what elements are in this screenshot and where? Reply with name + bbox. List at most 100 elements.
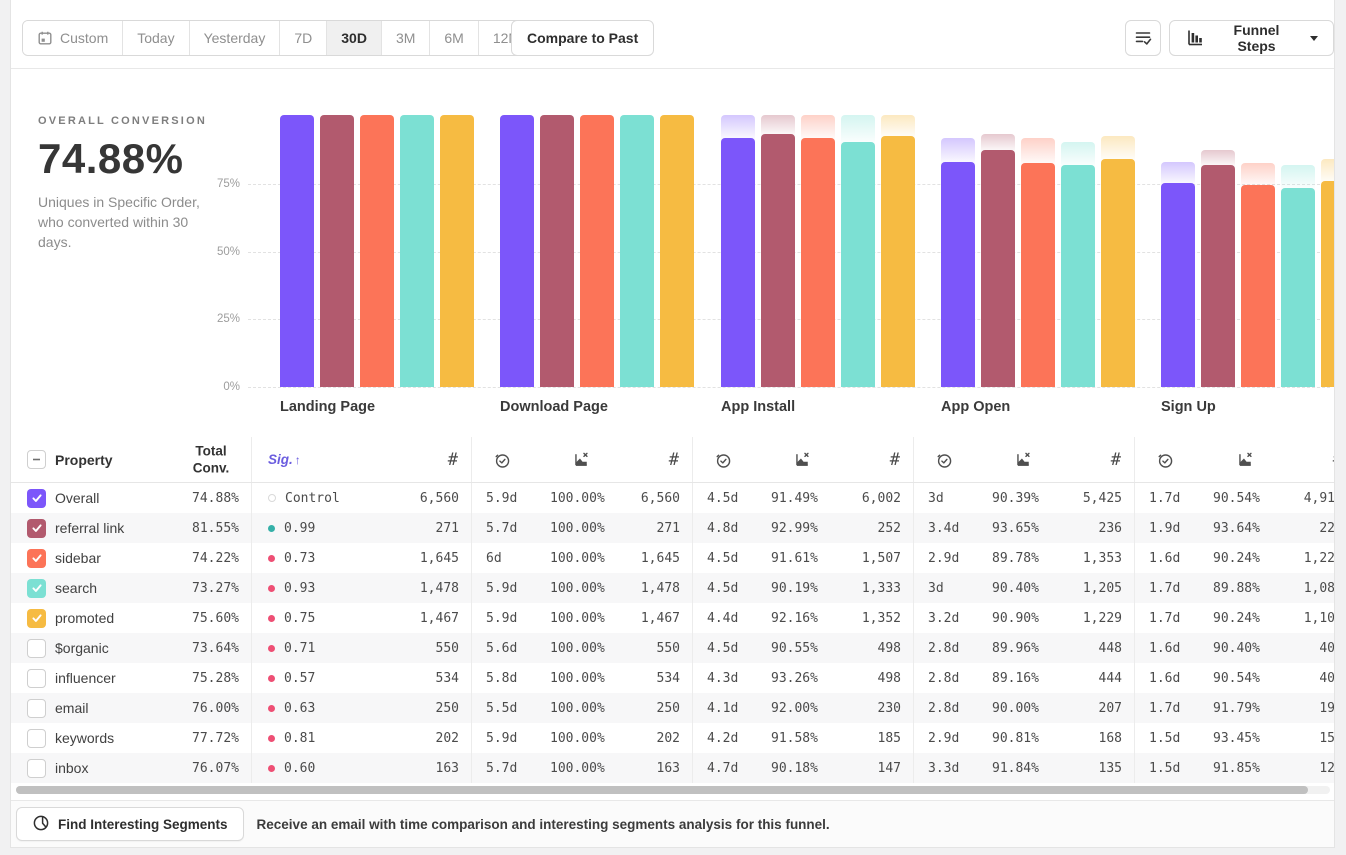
row-checkbox[interactable] xyxy=(27,759,46,778)
significance-value: 0.57 xyxy=(284,671,315,686)
row-checkbox[interactable] xyxy=(27,699,46,718)
conversion-dropoff-icon[interactable] xyxy=(1235,450,1254,469)
conversion-dropoff-icon[interactable] xyxy=(572,450,591,469)
funnel-bar-overall-step3[interactable] xyxy=(721,138,755,387)
y-axis-tick-label: 0% xyxy=(204,381,240,393)
funnel-bar-search-step5[interactable] xyxy=(1281,188,1315,387)
property-name: keywords xyxy=(55,730,114,746)
funnel-bar-search-step1[interactable] xyxy=(400,115,434,387)
funnel-bar-sidebar-step2[interactable] xyxy=(580,115,614,387)
row-checkbox[interactable] xyxy=(27,549,46,568)
count-column-icon[interactable]: # xyxy=(448,450,458,470)
view-options-button[interactable] xyxy=(1125,20,1161,56)
funnel-step-label: Download Page xyxy=(500,399,608,415)
row-checkbox[interactable] xyxy=(27,609,46,628)
date-range-today[interactable]: Today xyxy=(123,21,189,55)
find-interesting-segments-button[interactable]: Find Interesting Segments xyxy=(16,807,244,841)
funnel-bar-overall-step2[interactable] xyxy=(500,115,534,387)
step-count: 230 xyxy=(878,701,901,716)
funnel-bar-referral-link-step5[interactable] xyxy=(1201,165,1235,387)
count-column-icon[interactable]: # xyxy=(1111,450,1121,470)
step-count: 22 xyxy=(1319,521,1335,536)
funnel-bar-promoted-step5[interactable] xyxy=(1321,181,1335,387)
funnel-bar-sidebar-step3[interactable] xyxy=(801,138,835,387)
date-range-6m[interactable]: 6M xyxy=(430,21,478,55)
funnel-bar-overall-step1[interactable] xyxy=(280,115,314,387)
row-checkbox[interactable] xyxy=(27,489,46,508)
count-column-icon[interactable]: # xyxy=(890,450,900,470)
step-2-cell: 5.9d100.00%1,467 xyxy=(472,603,693,633)
step-5-cell: 1.7d89.88%1,08 xyxy=(1135,573,1335,603)
funnel-bar-referral-link-step4[interactable] xyxy=(981,150,1015,387)
funnel-bar-sidebar-step5[interactable] xyxy=(1241,185,1275,387)
step-count: 1,229 xyxy=(1083,611,1122,626)
count-column-icon[interactable]: # xyxy=(669,450,679,470)
conversion-rate-value: 90.00% xyxy=(992,701,1074,716)
conversion-dropoff-icon[interactable] xyxy=(1014,450,1033,469)
funnel-bar-promoted-step3[interactable] xyxy=(881,136,915,387)
row-checkbox[interactable] xyxy=(27,579,46,598)
step-4-cell: 3.4d93.65%236 xyxy=(914,513,1135,543)
conversion-rate-value: 90.54% xyxy=(1213,671,1295,686)
table-row-$organic: $organic73.64%0.715505.6d100.00%5504.5d9… xyxy=(11,633,1335,663)
row-checkbox[interactable] xyxy=(27,639,46,658)
step-5-cell: 1.5d91.85%12 xyxy=(1135,753,1335,783)
date-range-label: Custom xyxy=(60,30,108,46)
step-count: 135 xyxy=(1099,761,1122,776)
step-count: 1,333 xyxy=(862,581,901,596)
step-2-cell: 5.7d100.00%163 xyxy=(472,753,693,783)
conversion-dropoff-icon[interactable] xyxy=(793,450,812,469)
time-to-convert-icon[interactable] xyxy=(1156,451,1174,469)
step-2-cell: 5.7d100.00%271 xyxy=(472,513,693,543)
funnel-step-label: App Open xyxy=(941,399,1010,415)
compare-to-past-button[interactable]: Compare to Past xyxy=(511,20,654,56)
conversion-rate-value: 91.49% xyxy=(771,491,853,506)
funnel-bar-promoted-step1[interactable] xyxy=(440,115,474,387)
date-range-custom[interactable]: Custom xyxy=(23,21,123,55)
funnel-bar-promoted-step4[interactable] xyxy=(1101,159,1135,387)
time-to-convert-icon[interactable] xyxy=(935,451,953,469)
funnel-bar-overall-step5[interactable] xyxy=(1161,183,1195,387)
funnel-bar-ghost xyxy=(1281,165,1315,189)
funnel-bar-referral-link-step3[interactable] xyxy=(761,134,795,387)
row-checkbox[interactable] xyxy=(27,519,46,538)
significance-sort-header[interactable]: Sig.↑ xyxy=(268,452,301,467)
row-checkbox[interactable] xyxy=(27,669,46,688)
funnel-bar-sidebar-step1[interactable] xyxy=(360,115,394,387)
conversion-rate-value: 90.81% xyxy=(992,731,1074,746)
overall-conversion-summary: OVERALL CONVERSION 74.88% Uniques in Spe… xyxy=(38,115,228,253)
step-3-cell: 4.8d92.99%252 xyxy=(693,513,914,543)
time-to-convert-icon[interactable] xyxy=(493,451,511,469)
row-checkbox[interactable] xyxy=(27,729,46,748)
total-conversion-value: 81.55% xyxy=(192,521,239,536)
funnel-bar-search-step2[interactable] xyxy=(620,115,654,387)
significance-value: 0.81 xyxy=(284,731,315,746)
funnel-bar-search-step3[interactable] xyxy=(841,142,875,387)
funnel-bar-promoted-step2[interactable] xyxy=(660,115,694,387)
step-count: 1,467 xyxy=(420,611,459,626)
conversion-rate-value: 100.00% xyxy=(550,671,632,686)
date-range-3m[interactable]: 3M xyxy=(382,21,430,55)
horizontal-scrollbar-track[interactable] xyxy=(16,786,1330,794)
conversion-rate-value: 90.54% xyxy=(1213,491,1295,506)
total-conversion-value: 75.28% xyxy=(192,671,239,686)
count-column-icon[interactable]: # xyxy=(1333,450,1335,470)
select-all-checkbox[interactable] xyxy=(27,450,46,469)
funnel-bar-referral-link-step2[interactable] xyxy=(540,115,574,387)
funnel-bar-search-step4[interactable] xyxy=(1061,165,1095,387)
time-to-convert-value: 4.5d xyxy=(707,491,771,506)
time-to-convert-icon[interactable] xyxy=(714,451,732,469)
conversion-rate-value: 90.24% xyxy=(1213,551,1295,566)
funnel-bar-sidebar-step4[interactable] xyxy=(1021,163,1055,387)
funnel-bar-referral-link-step1[interactable] xyxy=(320,115,354,387)
date-range-7d[interactable]: 7D xyxy=(280,21,327,55)
date-range-yesterday[interactable]: Yesterday xyxy=(190,21,281,55)
step-count: 1,467 xyxy=(641,611,680,626)
date-range-30d[interactable]: 30D xyxy=(327,21,382,55)
conversion-rate-value: 93.26% xyxy=(771,671,853,686)
funnel-bar-overall-step4[interactable] xyxy=(941,162,975,387)
step-count: 19 xyxy=(1319,701,1335,716)
horizontal-scrollbar-thumb[interactable] xyxy=(16,786,1308,794)
chart-type-selector[interactable]: Funnel Steps xyxy=(1169,20,1334,56)
step-count: 202 xyxy=(436,731,459,746)
